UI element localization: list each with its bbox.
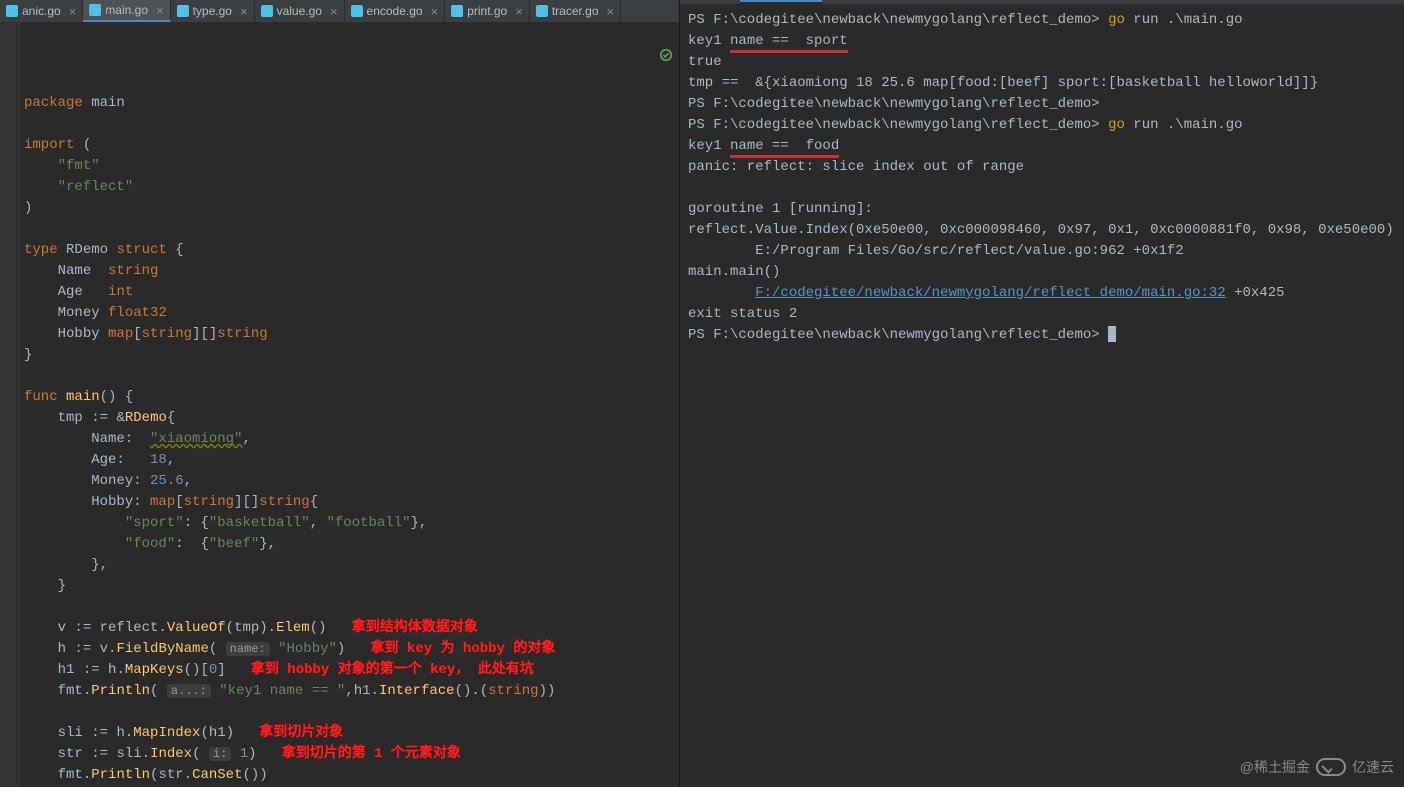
code-editor[interactable]: package main import ( "fmt" "reflect" ) … — [0, 22, 679, 787]
go-file-icon — [177, 5, 189, 17]
tab-print[interactable]: print.go× — [445, 0, 530, 22]
close-icon[interactable]: × — [427, 4, 439, 19]
tab-main[interactable]: main.go× — [83, 0, 170, 22]
go-file-icon — [89, 4, 101, 16]
sync-icon — [659, 48, 673, 62]
annotation-5: 拿到切片的第 1 个元素对象 — [282, 746, 461, 762]
close-icon[interactable]: × — [236, 4, 248, 19]
tab-type[interactable]: type.go× — [171, 0, 255, 22]
close-icon[interactable]: × — [152, 3, 164, 18]
watermark-logo — [1316, 758, 1346, 776]
tab-tracer[interactable]: tracer.go× — [530, 0, 621, 22]
tab-encode[interactable]: encode.go× — [345, 0, 446, 22]
close-icon[interactable]: × — [511, 4, 523, 19]
annotation-3: 拿到 hobby 对象的第一个 key， 此处有坑 — [251, 662, 534, 678]
annotation-2: 拿到 key 为 hobby 的对象 — [371, 641, 556, 657]
go-file-icon — [536, 5, 548, 17]
annotation-1: 拿到结构体数据对象 — [352, 620, 478, 636]
annotation-4: 拿到切片对象 — [259, 725, 343, 741]
go-file-icon — [451, 5, 463, 17]
terminal-cursor — [1108, 326, 1116, 342]
close-icon[interactable]: × — [603, 4, 615, 19]
tab-anic[interactable]: anic.go× — [0, 0, 83, 22]
terminal-output[interactable]: PS F:\codegitee\newback\newmygolang\refl… — [680, 4, 1404, 787]
go-file-icon — [261, 5, 273, 17]
close-icon[interactable]: × — [326, 4, 338, 19]
go-file-icon — [6, 5, 18, 17]
go-file-icon — [351, 5, 363, 17]
watermark: @稀土掘金 亿速云 — [1240, 757, 1394, 777]
tab-value[interactable]: value.go× — [255, 0, 345, 22]
close-icon[interactable]: × — [65, 4, 77, 19]
error-file-link[interactable]: F:/codegitee/newback/newmygolang/reflect… — [755, 285, 1225, 301]
code-editor-pane: anic.go× main.go× type.go× value.go× enc… — [0, 0, 680, 787]
editor-tab-bar: anic.go× main.go× type.go× value.go× enc… — [0, 0, 679, 22]
terminal-pane: PS F:\codegitee\newback\newmygolang\refl… — [680, 0, 1404, 787]
editor-gutter — [0, 22, 20, 787]
terminal-tab-indicator — [740, 0, 822, 4]
